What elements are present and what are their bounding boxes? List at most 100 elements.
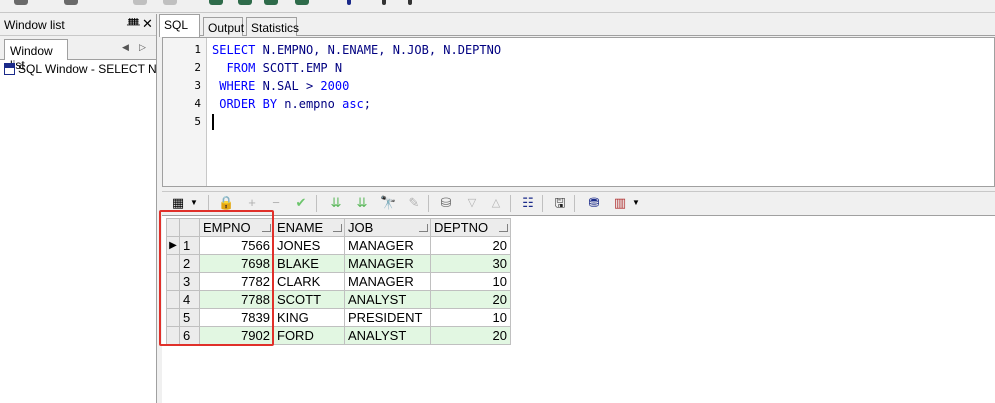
column-menu-icon[interactable] [262, 224, 271, 232]
column-header-job[interactable]: JOB [344, 218, 431, 237]
results-body: ▶ 1 7566 JONES MANAGER 20 2 7698 BLAKE MANAGER 30 3… [166, 236, 511, 345]
table-row[interactable]: 5 7839 KING PRESIDENT 10 [166, 308, 511, 327]
toolbar-icon[interactable] [295, 0, 309, 5]
code-line[interactable]: ORDER BY n.empno asc; [212, 95, 371, 113]
lock-icon[interactable]: 🔒 [218, 195, 234, 211]
editor-tabs: SQL Output Statistics [159, 14, 995, 37]
column-menu-icon[interactable] [499, 224, 508, 232]
toolbar-separator [316, 195, 317, 212]
table-row[interactable]: 2 7698 BLAKE MANAGER 30 [166, 254, 511, 273]
fetch-next-icon[interactable]: ⇊ [328, 195, 344, 211]
cell-ename[interactable]: KING [273, 308, 345, 327]
cell-empno[interactable]: 7839 [199, 308, 274, 327]
cell-empno[interactable]: 7788 [199, 290, 274, 309]
results-table: EMPNO ENAME JOB DEPTNO ▶ 1 7566 JONES MANAGE… [166, 218, 511, 345]
cell-ename[interactable]: JONES [273, 236, 345, 255]
window-list-header: Window list ᚙ ✕ [0, 14, 156, 36]
fetch-last-icon[interactable]: ⇊ [354, 195, 370, 211]
code-line[interactable]: FROM SCOTT.EMP N [212, 59, 342, 77]
sql-editor[interactable]: 1 2 3 4 5 SELECT N.EMPNO, N.ENAME, N.JOB… [162, 37, 995, 187]
cell-ename[interactable]: CLARK [273, 272, 345, 291]
column-menu-icon[interactable] [419, 224, 428, 232]
tab-statistics[interactable]: Statistics [246, 17, 299, 36]
toolbar-icon[interactable] [408, 0, 412, 5]
toolbar-icon[interactable] [14, 0, 28, 5]
row-number: 6 [179, 326, 200, 345]
toolbar-icon[interactable] [264, 0, 278, 5]
row-number-header[interactable] [179, 218, 200, 237]
column-header-deptno[interactable]: DEPTNO [430, 218, 511, 237]
tab-output[interactable]: Output [203, 17, 244, 36]
delete-record-icon[interactable]: − [268, 195, 284, 211]
toolbar-icon[interactable] [133, 0, 147, 5]
row-number: 5 [179, 308, 200, 327]
toolbar-icon[interactable] [64, 0, 78, 5]
code-line[interactable]: SELECT N.EMPNO, N.ENAME, N.JOB, N.DEPTNO [212, 41, 501, 59]
toolbar-icon[interactable] [163, 0, 177, 5]
add-record-icon[interactable]: + [244, 195, 260, 211]
column-header-empno[interactable]: EMPNO [199, 218, 274, 237]
query-by-example-icon[interactable]: ⛁ [438, 195, 454, 211]
cell-empno[interactable]: 7698 [199, 254, 274, 273]
toolbar-icon[interactable] [209, 0, 223, 5]
cell-empno[interactable]: 7902 [199, 326, 274, 345]
chart-icon[interactable]: ▥ [612, 195, 628, 211]
dropdown-arrow-icon[interactable]: ▼ [628, 195, 644, 211]
toolbar-icon[interactable] [347, 0, 351, 5]
next-icon[interactable]: △ [488, 195, 504, 211]
table-row[interactable]: 3 7782 CLARK MANAGER 10 [166, 272, 511, 291]
toolbar-separator [542, 195, 543, 212]
cell-empno[interactable]: 7782 [199, 272, 274, 291]
table-row[interactable]: ▶ 1 7566 JONES MANAGER 20 [166, 236, 511, 255]
corner-cell[interactable] [166, 218, 180, 237]
tab-sql[interactable]: SQL [159, 14, 200, 37]
line-number: 2 [194, 61, 201, 74]
cell-deptno[interactable]: 10 [430, 308, 511, 327]
column-header-ename[interactable]: ENAME [273, 218, 345, 237]
cell-job[interactable]: ANALYST [344, 290, 431, 309]
toolbar-icon[interactable] [382, 0, 386, 5]
tab-scroll-left-icon[interactable]: ◀ [122, 42, 129, 53]
cell-deptno[interactable]: 30 [430, 254, 511, 273]
tab-window-list[interactable]: Window list [4, 39, 68, 72]
cell-job[interactable]: PRESIDENT [344, 308, 431, 327]
cell-job[interactable]: MANAGER [344, 272, 431, 291]
cell-deptno[interactable]: 20 [430, 290, 511, 309]
export-icon[interactable]: ⛃ [586, 195, 602, 211]
cell-ename[interactable]: BLAKE [273, 254, 345, 273]
row-number: 1 [179, 236, 200, 255]
tab-scroll-right-icon[interactable]: ▷ [139, 42, 146, 53]
cell-deptno[interactable]: 10 [430, 272, 511, 291]
code-line[interactable]: WHERE N.SAL > 2000 [212, 77, 349, 95]
table-row[interactable]: 4 7788 SCOTT ANALYST 20 [166, 290, 511, 309]
toolbar-icon[interactable] [238, 0, 252, 5]
post-changes-icon[interactable]: ✔ [293, 195, 309, 211]
table-row[interactable]: 6 7902 FORD ANALYST 20 [166, 326, 511, 345]
grid-menu-icon[interactable]: ▦ [170, 195, 186, 211]
cell-ename[interactable]: FORD [273, 326, 345, 345]
cell-job[interactable]: MANAGER [344, 236, 431, 255]
cell-deptno[interactable]: 20 [430, 236, 511, 255]
save-icon[interactable]: 🖫 [552, 195, 568, 211]
row-indicator [166, 254, 180, 273]
find-icon[interactable]: 🔭 [380, 195, 396, 211]
cell-job[interactable]: MANAGER [344, 254, 431, 273]
previous-icon[interactable]: ▽ [464, 195, 480, 211]
cell-job[interactable]: ANALYST [344, 326, 431, 345]
result-grid: EMPNO ENAME JOB DEPTNO ▶ 1 7566 JONES MANAGE… [162, 215, 995, 403]
column-menu-icon[interactable] [333, 224, 342, 232]
row-number: 3 [179, 272, 200, 291]
cell-ename[interactable]: SCOTT [273, 290, 345, 309]
pin-icon[interactable]: ᚙ [127, 18, 140, 31]
row-indicator [166, 308, 180, 327]
clear-icon[interactable]: ✎ [406, 195, 422, 211]
explain-plan-icon[interactable]: ☷ [520, 195, 536, 211]
row-indicator [166, 290, 180, 309]
window-list-panel: Window list ᚙ ✕ Window list ◀ ▷ SQL Wind… [0, 14, 157, 403]
toolbar-separator [428, 195, 429, 212]
cell-empno[interactable]: 7566 [199, 236, 274, 255]
line-number: 5 [194, 115, 201, 128]
cell-deptno[interactable]: 20 [430, 326, 511, 345]
close-icon[interactable]: ✕ [142, 16, 153, 32]
dropdown-arrow-icon[interactable]: ▼ [186, 195, 202, 211]
